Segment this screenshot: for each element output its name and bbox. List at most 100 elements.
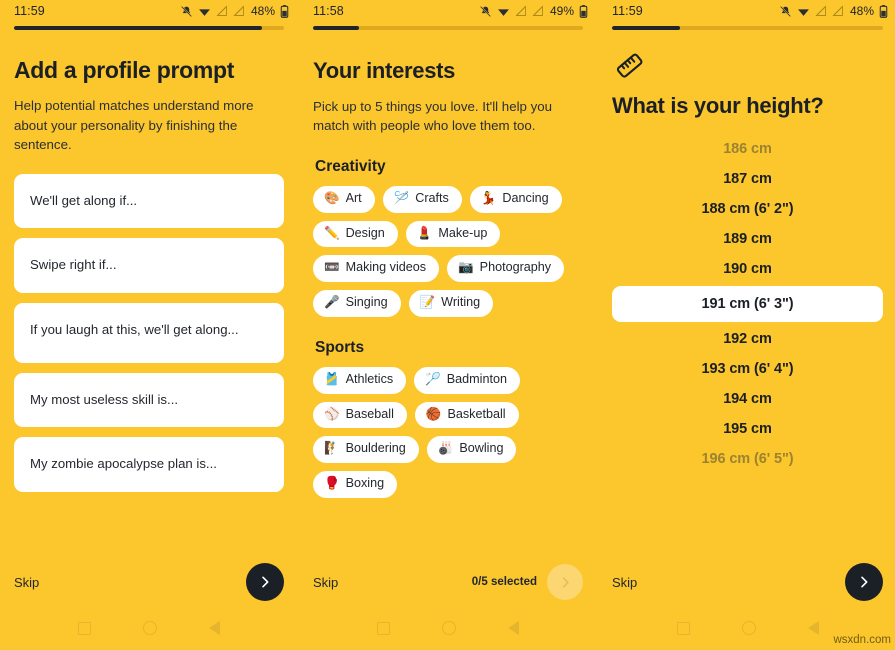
chip-label: Singing [345, 295, 388, 310]
android-nav-bar [0, 612, 298, 650]
chip-label: Photography [479, 260, 552, 275]
chevron-right-icon [562, 576, 569, 588]
signal-off-icon-1 [216, 5, 227, 16]
height-option[interactable]: 189 cm [612, 224, 883, 254]
interest-chip-bouldering[interactable]: 🧗 Bouldering [313, 436, 419, 464]
interest-chip-design[interactable]: ✏️ Design [313, 220, 398, 248]
page-subtitle: Help potential matches understand more a… [14, 98, 254, 153]
bottom-bar: Skip [598, 552, 895, 612]
progress-fill [14, 26, 263, 30]
interest-chip-athletics[interactable]: 🎽 Athletics [313, 366, 407, 394]
battery-percent: 48% [849, 4, 874, 18]
screen-content: Add a profile prompt Help potential matc… [0, 36, 298, 552]
screen-content: What is your height? 186 cm 187 cm 188 c… [598, 36, 895, 552]
circle-icon[interactable] [143, 621, 157, 635]
chip-label: Baseball [345, 406, 394, 421]
battery-icon [879, 4, 888, 18]
interest-chip-badminton[interactable]: 🏸 Badminton [414, 366, 520, 394]
height-option[interactable]: 194 cm [612, 384, 883, 414]
triangle-back-icon[interactable] [508, 621, 519, 635]
next-button[interactable] [845, 563, 883, 601]
page-title: Add a profile prompt [14, 57, 235, 83]
height-option[interactable]: 188 cm (6' 2") [612, 194, 883, 224]
skip-button[interactable]: Skip [313, 575, 338, 590]
square-icon[interactable] [377, 621, 390, 635]
battery-percent: 48% [250, 4, 275, 18]
interest-chip-art[interactable]: 🎨 Art [313, 185, 375, 213]
battery-icon [579, 4, 588, 18]
prompt-card[interactable]: We'll get along if... [14, 173, 284, 229]
bottom-bar: Skip 0/5 selected [299, 552, 597, 612]
interest-chip-singing[interactable]: 🎤 Singing [313, 290, 401, 317]
signal-off-icon-2 [832, 5, 843, 16]
scroll-fade [0, 526, 298, 552]
signal-off-icon-1 [515, 5, 526, 16]
ruler-icon [614, 50, 883, 87]
watermark: wsxdn.com [833, 634, 891, 646]
height-option[interactable]: 196 cm (6' 5") [612, 444, 883, 474]
circle-icon[interactable] [442, 621, 456, 635]
interest-chip-dancing[interactable]: 💃 Dancing [469, 185, 562, 213]
wifi-icon [199, 8, 210, 16]
height-picker[interactable]: 186 cm 187 cm 188 cm (6' 2") 189 cm 190 … [612, 134, 883, 474]
interest-chip-bowling[interactable]: 🎳 Bowling [426, 436, 517, 464]
next-button[interactable] [246, 563, 284, 601]
status-bar: 11:59 48% [0, 0, 298, 22]
page-title: What is your height? [612, 93, 824, 118]
chip-label: Badminton [446, 371, 507, 386]
status-bar: 11:59 48% [598, 0, 895, 22]
screen-your-interests: 11:58 49% Your interests Pick up to 5 th… [298, 0, 597, 650]
prompt-card[interactable]: Swipe right if... [14, 238, 284, 293]
height-option[interactable]: 193 cm (6' 4") [612, 354, 883, 384]
square-icon[interactable] [78, 621, 91, 635]
status-bar: 11:58 49% [299, 0, 597, 22]
interest-chip-photography[interactable]: 📷 Photography [447, 255, 565, 283]
height-option[interactable]: 190 cm [612, 254, 883, 284]
prompt-card[interactable]: If you laugh at this, we'll get along... [14, 302, 284, 363]
interest-chip-basketball[interactable]: 🏀 Basketball [414, 401, 519, 429]
chip-label: Basketball [447, 406, 506, 421]
bottom-bar: Skip [0, 552, 298, 612]
skip-button[interactable]: Skip [612, 575, 637, 590]
memo-icon: 📝 [419, 295, 436, 310]
interest-chip-baseball[interactable]: ⚾ Baseball [313, 401, 407, 429]
height-option[interactable]: 187 cm [612, 164, 883, 194]
triangle-back-icon[interactable] [209, 621, 220, 635]
interest-chip-makeup[interactable]: 💄 Make-up [405, 220, 501, 248]
dancer-icon: 💃 [480, 190, 497, 205]
circle-icon[interactable] [741, 621, 756, 635]
interest-chip-writing[interactable]: 📝 Writing [408, 290, 494, 317]
interest-chip-making-videos[interactable]: 📼 Making videos [313, 255, 440, 283]
square-icon[interactable] [676, 621, 690, 635]
prompt-card[interactable]: My most useless skill is... [14, 372, 284, 428]
skip-button[interactable]: Skip [14, 575, 39, 590]
chip-label: Bouldering [345, 441, 406, 456]
battery-percent: 49% [549, 4, 574, 18]
badminton-icon: 🏸 [425, 371, 441, 386]
boxing-glove-icon: 🥊 [324, 476, 340, 491]
height-option-selected[interactable]: 191 cm (6' 3") [612, 285, 883, 322]
palette-icon: 🎨 [324, 190, 340, 205]
basketball-icon: 🏀 [425, 406, 442, 421]
status-icon-group: 48% [180, 4, 289, 18]
chip-label: Writing [441, 295, 481, 310]
height-option[interactable]: 186 cm [612, 134, 883, 164]
height-option[interactable]: 192 cm [612, 324, 883, 354]
interest-chip-boxing[interactable]: 🥊 Boxing [313, 471, 398, 498]
status-clock: 11:59 [14, 4, 45, 18]
chip-label: Athletics [345, 371, 394, 386]
wifi-icon [798, 8, 809, 16]
running-shirt-icon: 🎽 [324, 371, 340, 386]
screen-content: Your interests Pick up to 5 things you l… [299, 36, 597, 552]
onboarding-progress [299, 22, 597, 36]
progress-fill [612, 26, 680, 30]
signal-off-icon-1 [815, 5, 826, 16]
prompt-card[interactable]: My zombie apocalypse plan is... [14, 437, 284, 492]
triangle-back-icon[interactable] [807, 621, 819, 635]
interest-chip-crafts[interactable]: 🪡 Crafts [382, 185, 462, 213]
selected-count-label: 0/5 selected [471, 576, 537, 588]
chip-label: Crafts [415, 190, 449, 205]
microphone-icon: 🎤 [324, 295, 340, 310]
next-button[interactable] [547, 564, 583, 600]
height-option[interactable]: 195 cm [612, 414, 883, 444]
